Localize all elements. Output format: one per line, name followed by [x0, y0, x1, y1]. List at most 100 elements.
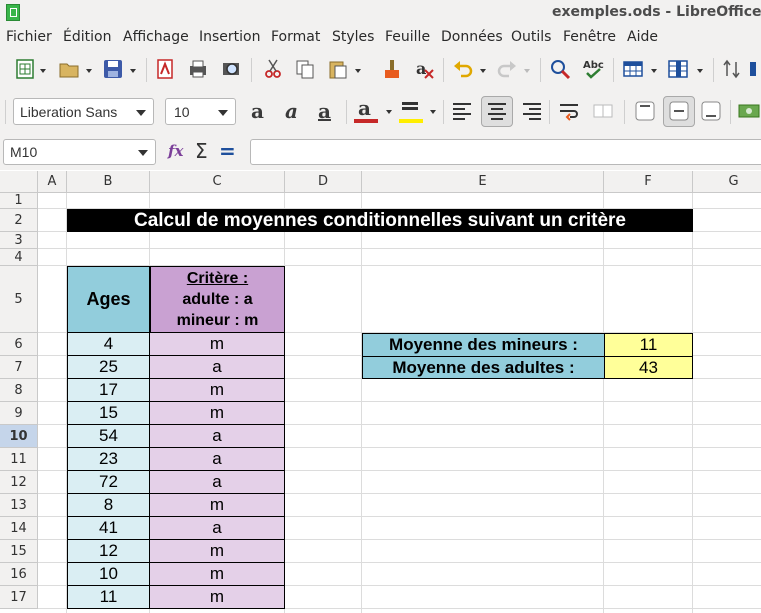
new-spreadsheet-icon[interactable]: [14, 58, 36, 80]
font-color-dropdown-arrow[interactable]: [386, 110, 392, 114]
criteria-cell[interactable]: m: [150, 586, 285, 609]
age-cell[interactable]: 15: [67, 402, 150, 425]
row-dropdown-arrow[interactable]: [651, 69, 657, 73]
new-dropdown-arrow[interactable]: [40, 69, 46, 73]
name-box-dropdown-arrow[interactable]: [138, 150, 148, 156]
age-cell[interactable]: 10: [67, 563, 150, 586]
row-header-10[interactable]: 10: [0, 425, 38, 448]
menu-outils[interactable]: Outils: [511, 29, 551, 45]
criteria-cell[interactable]: a: [150, 471, 285, 494]
row-header-9[interactable]: 9: [0, 402, 38, 425]
criteria-cell[interactable]: a: [150, 517, 285, 540]
font-size-dropdown-arrow[interactable]: [218, 110, 228, 116]
paste-dropdown-arrow[interactable]: [355, 69, 361, 73]
age-cell[interactable]: 41: [67, 517, 150, 540]
criteria-cell[interactable]: a: [150, 356, 285, 379]
sort-icon[interactable]: [721, 58, 743, 80]
undo-dropdown-arrow[interactable]: [480, 69, 486, 73]
column-header-a[interactable]: A: [38, 171, 67, 193]
menu-feuille[interactable]: Feuille: [385, 29, 430, 45]
adult-average-label[interactable]: Moyenne des adultes :: [362, 356, 605, 379]
row-header-15[interactable]: 15: [0, 540, 38, 563]
font-name-box[interactable]: Liberation Sans: [13, 98, 154, 125]
function-wizard-icon[interactable]: fx: [168, 142, 183, 160]
menu-donnees[interactable]: Données: [441, 29, 503, 45]
currency-format-icon[interactable]: [738, 100, 760, 122]
row-header-6[interactable]: 6: [0, 333, 38, 356]
criteria-cell[interactable]: a: [150, 425, 285, 448]
font-color-icon[interactable]: a: [358, 96, 371, 120]
row-header-3[interactable]: 3: [0, 232, 38, 249]
formula-equals-icon[interactable]: =: [219, 139, 236, 163]
criteria-cell[interactable]: m: [150, 563, 285, 586]
age-cell[interactable]: 4: [67, 333, 150, 356]
menu-fichier[interactable]: Fichier: [6, 29, 52, 45]
sheet-title-banner[interactable]: Calcul de moyennes conditionnelles suiva…: [67, 209, 693, 232]
print-icon[interactable]: [187, 58, 209, 80]
minor-average-value[interactable]: 11: [604, 333, 693, 357]
cut-icon[interactable]: [262, 58, 284, 80]
underline-icon[interactable]: a: [318, 99, 331, 123]
menu-fenetre[interactable]: Fenêtre: [563, 29, 616, 45]
formula-input[interactable]: [250, 139, 761, 165]
copy-icon[interactable]: [294, 58, 316, 80]
align-left-icon[interactable]: [451, 100, 473, 122]
highlight-color-icon[interactable]: [399, 98, 421, 120]
open-dropdown-arrow[interactable]: [86, 69, 92, 73]
column-header-b[interactable]: B: [67, 171, 150, 193]
menu-format[interactable]: Format: [271, 29, 320, 45]
align-bottom-icon[interactable]: [700, 100, 722, 122]
column-icon[interactable]: [667, 58, 689, 80]
row-header-11[interactable]: 11: [0, 448, 38, 471]
open-folder-icon[interactable]: [58, 58, 80, 80]
row-header-16[interactable]: 16: [0, 563, 38, 586]
clone-formatting-icon[interactable]: [380, 58, 402, 80]
row-header-2[interactable]: 2: [0, 209, 38, 232]
bold-icon[interactable]: a: [251, 99, 264, 123]
row-icon[interactable]: [622, 58, 644, 80]
row-header-5[interactable]: 5: [0, 266, 38, 333]
criteria-cell[interactable]: m: [150, 379, 285, 402]
age-cell[interactable]: 17: [67, 379, 150, 402]
redo-icon[interactable]: [496, 58, 518, 80]
row-header-17[interactable]: 17: [0, 586, 38, 609]
menu-edition[interactable]: Édition: [63, 29, 111, 45]
print-preview-icon[interactable]: [220, 58, 242, 80]
save-icon[interactable]: [102, 58, 124, 80]
age-cell[interactable]: 72: [67, 471, 150, 494]
column-dropdown-arrow[interactable]: [697, 69, 703, 73]
age-cell[interactable]: 12: [67, 540, 150, 563]
criteria-cell[interactable]: a: [150, 448, 285, 471]
column-header-c[interactable]: C: [150, 171, 285, 193]
criteria-cell[interactable]: m: [150, 540, 285, 563]
export-pdf-icon[interactable]: [154, 58, 176, 80]
save-dropdown-arrow[interactable]: [130, 69, 136, 73]
undo-icon[interactable]: [452, 58, 474, 80]
clear-formatting-icon[interactable]: a: [413, 58, 435, 80]
age-cell[interactable]: 23: [67, 448, 150, 471]
font-name-dropdown-arrow[interactable]: [136, 110, 146, 116]
spreadsheet-grid[interactable]: A B C D E F G 1 2 3 4 5 6 7 8 9 10 11 12…: [0, 171, 761, 613]
name-box[interactable]: M10: [3, 139, 156, 165]
highlight-dropdown-arrow[interactable]: [430, 110, 436, 114]
criteria-cell[interactable]: m: [150, 402, 285, 425]
menu-affichage[interactable]: Affichage: [123, 29, 189, 45]
align-top-icon[interactable]: [634, 100, 656, 122]
menu-styles[interactable]: Styles: [332, 29, 374, 45]
italic-icon[interactable]: a: [285, 99, 298, 123]
row-header-1[interactable]: 1: [0, 193, 38, 209]
sort-ascending-icon[interactable]: [748, 58, 761, 80]
age-cell[interactable]: 54: [67, 425, 150, 448]
age-cell[interactable]: 11: [67, 586, 150, 609]
select-all-corner[interactable]: [0, 171, 38, 193]
font-size-box[interactable]: 10: [165, 98, 236, 125]
column-header-f[interactable]: F: [604, 171, 693, 193]
row-header-14[interactable]: 14: [0, 517, 38, 540]
wrap-text-icon[interactable]: [558, 100, 580, 122]
column-header-g[interactable]: G: [693, 171, 761, 193]
row-header-8[interactable]: 8: [0, 379, 38, 402]
align-right-icon[interactable]: [521, 100, 543, 122]
paste-icon[interactable]: [327, 58, 349, 80]
criteria-cell[interactable]: m: [150, 333, 285, 356]
adult-average-value[interactable]: 43: [604, 356, 693, 379]
